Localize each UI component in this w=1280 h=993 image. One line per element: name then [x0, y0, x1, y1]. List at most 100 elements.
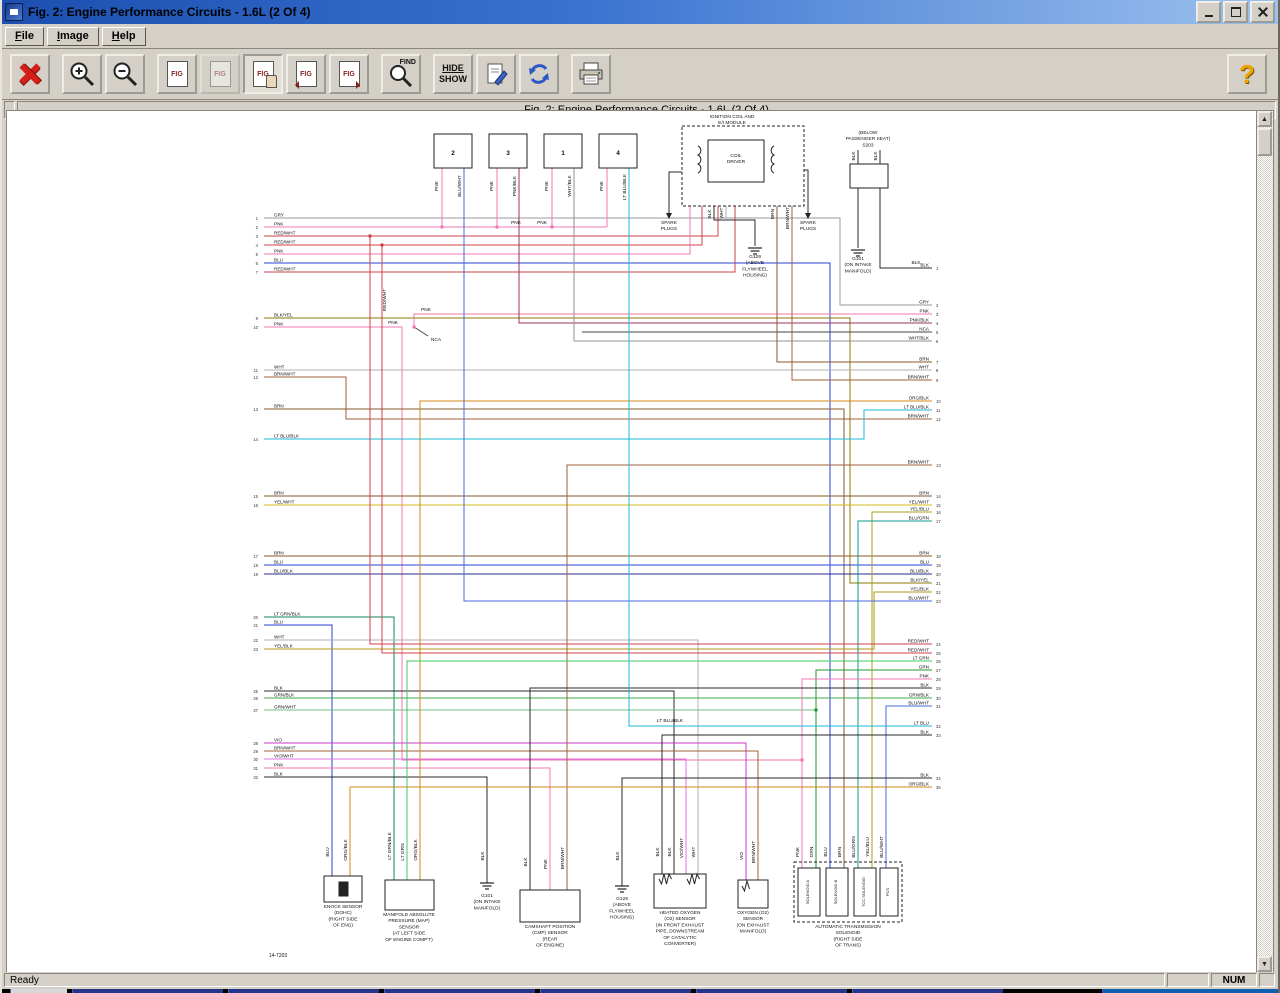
svg-text:RED/WHT: RED/WHT	[274, 231, 296, 236]
svg-text:IGNITION COIL ANDE/I MODULE: IGNITION COIL ANDE/I MODULE	[710, 114, 755, 126]
svg-text:2: 2	[256, 225, 259, 230]
svg-text:32: 32	[253, 775, 258, 780]
minimize-button[interactable]	[1196, 1, 1221, 23]
close-figure-button[interactable]	[10, 54, 50, 94]
help-button[interactable]: ?	[1227, 54, 1267, 94]
restore-button[interactable]	[1223, 1, 1248, 23]
zoom-out-button[interactable]	[105, 54, 145, 94]
print-button[interactable]	[571, 54, 611, 94]
toolbar: FIG FIG FIG FIG FIG FIND HIDESHOW	[2, 49, 1278, 100]
svg-text:10: 10	[253, 325, 258, 330]
hide-show-button[interactable]: HIDESHOW	[433, 54, 473, 94]
svg-text:BRN: BRN	[919, 551, 929, 556]
zoom-in-button[interactable]	[62, 54, 102, 94]
vertical-scrollbar[interactable]: ▲ ▼	[1256, 111, 1273, 972]
figure-page-icon: FIG	[167, 61, 188, 87]
svg-text:BLK: BLK	[523, 857, 529, 867]
svg-text:RED/WHT: RED/WHT	[908, 648, 930, 653]
svg-text:BLU: BLU	[823, 847, 829, 857]
svg-text:22: 22	[253, 638, 258, 643]
svg-text:PNK: PNK	[920, 309, 930, 314]
taskbar-button[interactable]	[72, 989, 223, 993]
svg-text:9: 9	[256, 316, 259, 321]
restore-icon	[1231, 7, 1241, 17]
svg-text:BRN/WHT: BRN/WHT	[751, 841, 757, 863]
svg-text:BRN/WHT: BRN/WHT	[908, 460, 930, 465]
refresh-button[interactable]	[519, 54, 559, 94]
scroll-down-button[interactable]: ▼	[1257, 956, 1272, 972]
svg-text:BLU/GRN: BLU/GRN	[851, 836, 857, 858]
svg-text:KNOCK SENSOR(DOHC)(RIGHT SIDEO: KNOCK SENSOR(DOHC)(RIGHT SIDEOF ENG)	[324, 904, 363, 929]
close-button[interactable]	[1250, 1, 1275, 23]
svg-text:16: 16	[936, 510, 941, 515]
svg-text:ORG/BLK: ORG/BLK	[909, 396, 930, 401]
svg-text:BLK: BLK	[655, 847, 661, 857]
svg-text:BLU: BLU	[920, 560, 929, 565]
svg-text:BLU/WHT: BLU/WHT	[879, 836, 885, 858]
svg-text:PNK: PNK	[274, 322, 284, 327]
taskbar-button[interactable]	[696, 989, 847, 993]
svg-text:YEL/BLK: YEL/BLK	[274, 644, 294, 649]
svg-text:BRN/WHT: BRN/WHT	[785, 207, 791, 229]
svg-text:OXYGEN (O2)SENSOR(ON EXHAUSTMA: OXYGEN (O2)SENSOR(ON EXHAUSTMANIFOLD)	[737, 910, 770, 935]
svg-text:PNK/BLK: PNK/BLK	[910, 318, 930, 323]
svg-text:VIO/WHT: VIO/WHT	[274, 754, 294, 759]
app-icon[interactable]	[5, 3, 23, 21]
svg-text:BLK: BLK	[480, 851, 486, 861]
minimize-icon	[1205, 15, 1213, 17]
find-button[interactable]: FIND	[381, 54, 421, 94]
figure-previous-button[interactable]: FIG	[286, 54, 326, 94]
svg-text:BLU: BLU	[274, 258, 283, 263]
svg-text:GRN/WHT: GRN/WHT	[274, 705, 296, 710]
figure-next-button[interactable]: FIG	[329, 54, 369, 94]
figure-prev-view-button[interactable]: FIG	[200, 54, 240, 94]
svg-text:BLK: BLK	[851, 151, 857, 161]
refresh-icon	[526, 61, 552, 87]
svg-text:LT GRN/BLK: LT GRN/BLK	[387, 831, 393, 859]
svg-text:2: 2	[451, 150, 455, 157]
hand-icon	[266, 75, 277, 88]
scrollbar-thumb[interactable]	[1257, 128, 1272, 156]
svg-text:PNK: PNK	[544, 180, 550, 191]
svg-text:LT GRN: LT GRN	[913, 656, 929, 661]
svg-text:NCA: NCA	[431, 337, 442, 343]
svg-text:14-7203: 14-7203	[269, 953, 288, 959]
taskbar-tray[interactable]	[1102, 989, 1280, 993]
diagram-canvas[interactable]: 1GRY2PNK3RED/WHT4RED/WHT5PNK6BLU7RED/WHT…	[7, 111, 1257, 972]
menu-file[interactable]: File	[5, 27, 44, 46]
taskbar-button[interactable]	[540, 989, 691, 993]
scroll-up-button[interactable]: ▲	[1257, 111, 1272, 127]
svg-text:28: 28	[936, 677, 941, 682]
svg-text:27: 27	[253, 708, 258, 713]
taskbar-button[interactable]	[228, 989, 379, 993]
close-x-icon	[17, 61, 43, 87]
svg-text:BRN: BRN	[274, 551, 284, 556]
svg-text:LT BLU/BLK: LT BLU/BLK	[274, 434, 300, 439]
svg-text:MANIFOLD ABSOLUTEPRESSURE (MAP: MANIFOLD ABSOLUTEPRESSURE (MAP)SENSOR(AT…	[383, 912, 434, 943]
printer-icon	[577, 61, 605, 87]
svg-text:YEL/BLU: YEL/BLU	[910, 507, 929, 512]
taskbar-button[interactable]	[10, 989, 67, 993]
menu-help[interactable]: Help	[102, 27, 146, 46]
notes-icon	[483, 61, 509, 87]
taskbar-button[interactable]	[384, 989, 535, 993]
svg-text:BLU/WHT: BLU/WHT	[457, 175, 463, 197]
svg-text:WHT: WHT	[719, 207, 725, 218]
figure-list-button[interactable]: FIG	[157, 54, 197, 94]
svg-text:BRN: BRN	[274, 404, 284, 409]
taskbar-button[interactable]	[852, 989, 1003, 993]
svg-text:WHT: WHT	[919, 365, 930, 370]
svg-text:18: 18	[936, 554, 941, 559]
svg-text:G129(ABOVEFLYWHEELHOUSING): G129(ABOVEFLYWHEELHOUSING)	[609, 896, 635, 921]
svg-text:LT BLU/BLK: LT BLU/BLK	[904, 405, 930, 410]
labels-layer: 1GRY2PNK3RED/WHT4RED/WHT5PNK6BLU7RED/WHT…	[253, 114, 941, 959]
figure-pan-button[interactable]: FIG	[243, 54, 283, 94]
svg-text:YEL/BLK: YEL/BLK	[910, 587, 930, 592]
zoom-in-icon	[68, 60, 96, 88]
svg-text:15: 15	[936, 503, 941, 508]
menu-image[interactable]: Image	[47, 27, 99, 46]
svg-text:WHT: WHT	[274, 635, 285, 640]
annotate-button[interactable]	[476, 54, 516, 94]
status-panel-empty	[1167, 973, 1209, 987]
svg-text:BLK: BLK	[707, 209, 713, 219]
